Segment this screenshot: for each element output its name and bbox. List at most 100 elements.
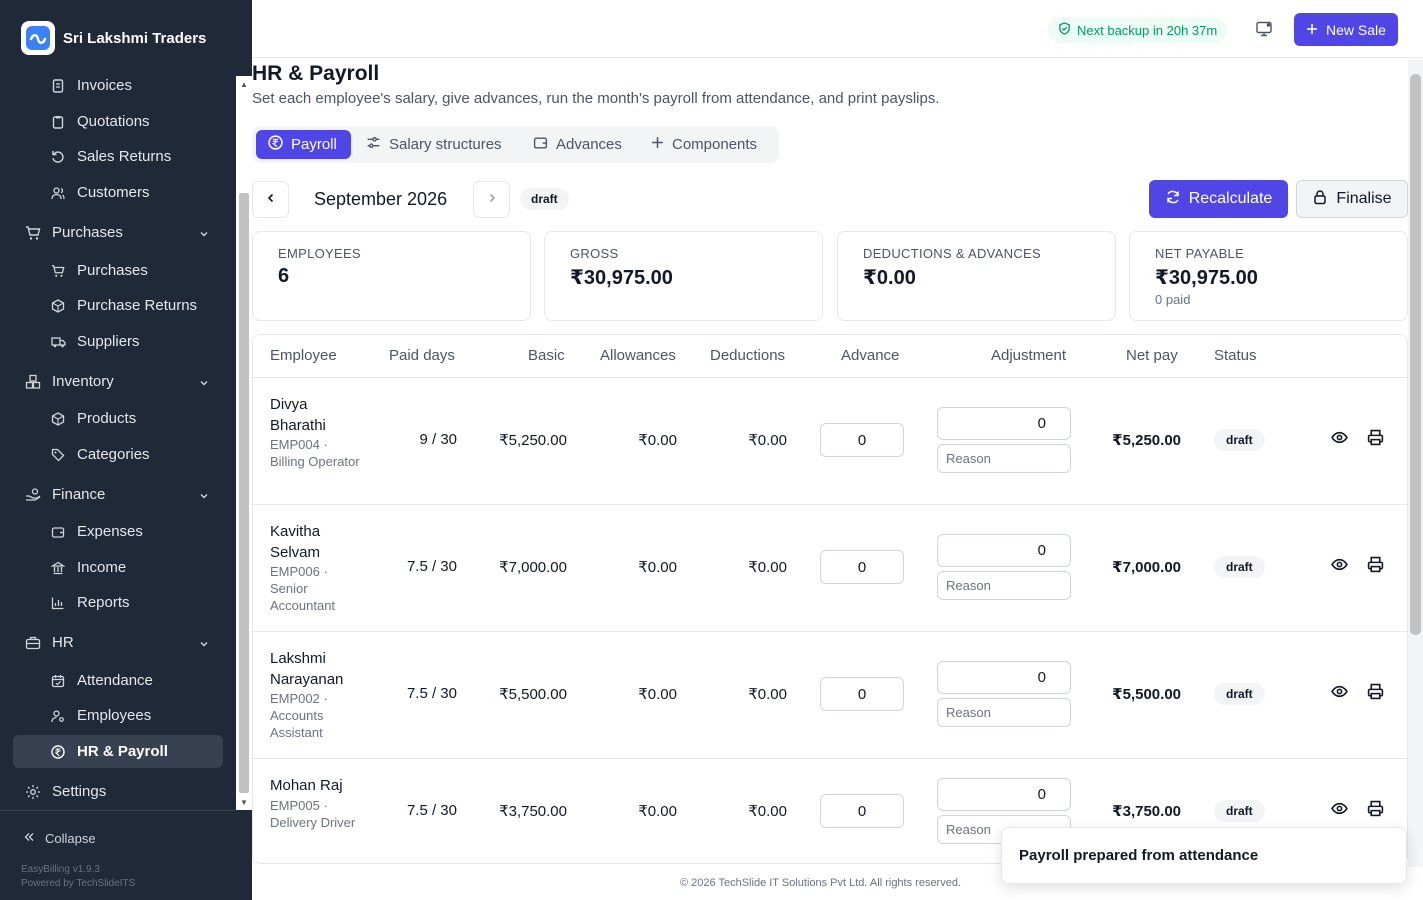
sidebar-item-reports[interactable]: Reports [13, 586, 223, 619]
recalculate-button[interactable]: Recalculate [1149, 180, 1288, 218]
brand[interactable]: Sri Lakshmi Traders [21, 21, 206, 55]
powered-by-text: Powered by TechSlideITS [21, 878, 136, 889]
tab-components[interactable]: Components [639, 130, 769, 159]
net-pay-cell: ₹5,250.00 [1112, 432, 1181, 449]
landmark-icon [50, 560, 66, 576]
adjustment-input[interactable]: 0 [937, 534, 1071, 567]
reason-input[interactable]: Reason [937, 698, 1071, 727]
advance-input[interactable]: 0 [820, 677, 904, 711]
employee-meta: EMP004 · Billing Operator [270, 437, 360, 469]
toast-notification[interactable]: Payroll prepared from attendance [1001, 827, 1407, 884]
clipboard-icon [50, 114, 66, 130]
reason-input[interactable]: Reason [937, 444, 1071, 473]
sidebar-item-expenses[interactable]: Expenses [13, 515, 223, 548]
sidebar-group-label: Purchases [52, 224, 123, 241]
sidebar-item-categories[interactable]: Categories [13, 438, 223, 471]
eye-icon [1330, 800, 1348, 822]
sidebar-item-employees[interactable]: Employees [13, 699, 223, 732]
adjustment-input[interactable]: 0 [937, 661, 1071, 694]
sidebar-item-label: Suppliers [77, 333, 140, 350]
cart-icon [50, 263, 66, 279]
sidebar-item-label: HR & Payroll [77, 743, 168, 760]
sidebar-item-income[interactable]: Income [13, 551, 223, 584]
advance-input[interactable]: 0 [820, 794, 904, 828]
tab-label: Payroll [291, 136, 337, 153]
finalise-label: Finalise [1336, 190, 1392, 207]
sidebar-group-finance[interactable]: Finance [13, 478, 223, 511]
main-scrollbar-thumb[interactable] [1410, 74, 1421, 635]
deductions-cell: ₹0.00 [748, 686, 787, 703]
bar-chart-icon [50, 595, 66, 611]
tab-payroll[interactable]: Payroll [256, 130, 351, 159]
print-payslip-button[interactable] [1366, 429, 1384, 449]
allowances-cell: ₹0.00 [638, 686, 677, 703]
print-payslip-button[interactable] [1366, 800, 1384, 820]
sidebar-group-hr[interactable]: HR [13, 626, 223, 659]
tab-advances[interactable]: Advances [521, 130, 634, 159]
stat-value: ₹30,975.00 [1155, 267, 1258, 289]
table-row: Divya Bharathi EMP004 · Billing Operator… [253, 378, 1407, 505]
view-payslip-button[interactable] [1330, 558, 1348, 576]
sidebar-item-purchase-returns[interactable]: Purchase Returns [13, 289, 223, 322]
view-payslip-button[interactable] [1330, 431, 1348, 449]
allowances-cell: ₹0.00 [638, 559, 677, 576]
employee-meta: EMP005 · Delivery Driver [270, 798, 356, 830]
column-header-net-pay: Net pay [1126, 347, 1178, 364]
next-month-button[interactable] [473, 181, 510, 218]
sidebar-group-label: HR [52, 634, 74, 651]
stat-card-net-payable: NET PAYABLE ₹30,975.00 0 paid [1129, 231, 1408, 321]
sidebar-item-attendance[interactable]: Attendance [13, 664, 223, 697]
print-payslip-button[interactable] [1366, 556, 1384, 578]
stat-card-gross: GROSS ₹30,975.00 [544, 231, 823, 321]
new-sale-button[interactable]: New Sale [1294, 13, 1398, 46]
adjustment-input[interactable]: 0 [937, 778, 1071, 811]
stat-label: DEDUCTIONS & ADVANCES [863, 246, 1041, 261]
sidebar-item-settings[interactable]: Settings [13, 775, 223, 808]
view-payslip-button[interactable] [1330, 685, 1348, 703]
sidebar-item-label: Categories [77, 446, 150, 463]
sidebar-scrollbar-thumb[interactable] [239, 193, 249, 793]
printer-icon [1367, 556, 1384, 578]
sidebar-group-inventory[interactable]: Inventory [13, 365, 223, 398]
screen-monitor-icon[interactable] [1255, 20, 1273, 43]
sidebar-item-hr-payroll[interactable]: HR & Payroll [13, 735, 223, 768]
sidebar-item-products[interactable]: Products [13, 402, 223, 435]
finalise-button[interactable]: Finalise [1296, 180, 1408, 218]
print-payslip-button[interactable] [1366, 683, 1384, 703]
sidebar-item-label: Customers [77, 184, 150, 201]
refresh-icon [1165, 189, 1181, 210]
sidebar-item-sales-returns[interactable]: Sales Returns [13, 140, 223, 173]
briefcase-icon [25, 635, 41, 651]
recalculate-label: Recalculate [1188, 190, 1273, 207]
sidebar-item-customers[interactable]: Customers [13, 176, 223, 209]
advance-input[interactable]: 0 [820, 423, 904, 457]
sidebar-item-quotations[interactable]: Quotations [13, 105, 223, 138]
tab-salary-structures[interactable]: Salary structures [354, 130, 514, 159]
stat-label: EMPLOYEES [278, 246, 361, 261]
employee-meta: EMP006 · Senior Accountant [270, 564, 336, 613]
sidebar-item-suppliers[interactable]: Suppliers [13, 325, 223, 358]
advance-input[interactable]: 0 [820, 550, 904, 584]
sidebar-gutter [236, 810, 252, 900]
collapse-button[interactable]: Collapse [23, 831, 96, 846]
sidebar-item-invoices[interactable]: Invoices [13, 69, 223, 102]
package-return-icon [50, 298, 66, 314]
sidebar-item-label: Purchases [77, 262, 148, 279]
reason-input[interactable]: Reason [937, 571, 1071, 600]
column-header-employee: Employee [270, 347, 337, 364]
backup-status-badge[interactable]: Next backup in 20h 37m [1048, 17, 1228, 43]
column-header-paid-days: Paid days [389, 347, 455, 364]
app-version: EasyBilling v1.9.3 Powered by TechSlideI… [21, 863, 135, 891]
view-payslip-button[interactable] [1330, 802, 1348, 820]
adjustment-input[interactable]: 0 [937, 407, 1071, 440]
sidebar-item-label: Expenses [77, 523, 143, 540]
toast-message: Payroll prepared from attendance [1019, 847, 1259, 864]
backup-text: Next backup in 20h 37m [1077, 22, 1218, 38]
scroll-up-arrow-icon[interactable]: ▲ [240, 80, 248, 89]
sidebar-group-purchases[interactable]: Purchases [13, 216, 223, 249]
cart-icon [25, 225, 41, 241]
previous-month-button[interactable] [252, 181, 289, 218]
wallet-icon [50, 524, 66, 540]
scroll-down-arrow-icon[interactable]: ▼ [240, 798, 248, 807]
sidebar-item-purchases[interactable]: Purchases [13, 254, 223, 287]
